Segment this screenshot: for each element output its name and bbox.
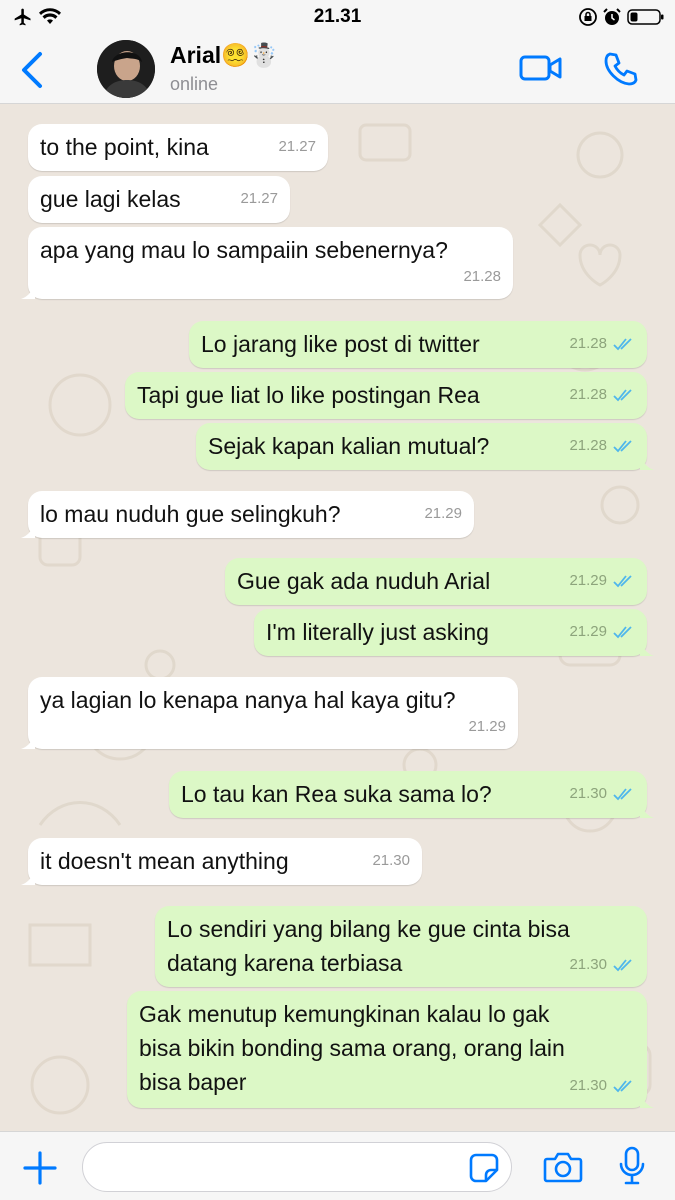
message-time: 21.28 (569, 386, 607, 403)
camera-icon[interactable] (543, 1150, 583, 1184)
video-call-icon[interactable] (519, 52, 563, 84)
message-input[interactable] (82, 1142, 512, 1192)
message-time: 21.29 (569, 623, 607, 640)
message-time: 21.27 (240, 190, 278, 207)
message-text: lo mau nuduh gue selingkuh? (40, 501, 341, 527)
message-time: 21.28 (569, 437, 607, 454)
read-receipt-icon (613, 338, 632, 351)
message-incoming[interactable]: gue lagi kelas 21.27 (28, 176, 290, 223)
back-chevron-icon[interactable] (18, 50, 48, 90)
message-text: apa yang mau lo sampaiin sebenernya? (40, 237, 448, 263)
message-incoming[interactable]: it doesn't mean anything 21.30 (21, 838, 422, 885)
plus-icon[interactable] (22, 1150, 58, 1186)
message-incoming[interactable]: to the point, kina 21.27 (28, 124, 328, 171)
phone-call-icon[interactable] (602, 51, 638, 87)
message-outgoing[interactable]: Gak menutup kemungkinan kalau lo gak bis… (127, 991, 654, 1108)
message-time: 21.28 (463, 268, 501, 285)
bubble-tail (640, 456, 654, 470)
message-text: Gak menutup kemungkinan kalau lo gak bis… (139, 1001, 565, 1095)
message-time: 21.29 (424, 505, 462, 522)
message-time: 21.27 (278, 138, 316, 155)
message-time: 21.29 (468, 718, 506, 735)
message-time: 21.30 (569, 956, 607, 973)
bubble-tail (640, 642, 654, 656)
bubble-tail (640, 1094, 654, 1108)
read-receipt-icon (613, 389, 632, 402)
message-time: 21.30 (569, 1077, 607, 1094)
status-bar: 21.31 (0, 0, 675, 34)
bubble-tail (21, 871, 35, 885)
read-receipt-icon (613, 440, 632, 453)
avatar-image (97, 40, 155, 98)
read-receipt-icon (613, 788, 632, 801)
orientation-lock-icon (579, 8, 597, 26)
message-text: to the point, kina (40, 134, 209, 160)
status-time: 21.31 (313, 6, 362, 27)
message-outgoing[interactable]: Sejak kapan kalian mutual? 21.28 (196, 423, 654, 470)
avatar[interactable] (97, 40, 155, 98)
read-receipt-icon (613, 575, 632, 588)
message-text: Tapi gue liat lo like postingan Rea (137, 382, 480, 408)
message-outgoing[interactable]: Tapi gue liat lo like postingan Rea 21.2… (125, 372, 647, 419)
read-receipt-icon (613, 959, 632, 972)
message-text: Lo sendiri yang bilang ke gue cinta bisa… (167, 916, 570, 976)
message-incoming[interactable]: lo mau nuduh gue selingkuh? 21.29 (21, 491, 474, 538)
message-time: 21.29 (569, 572, 607, 589)
read-receipt-icon (613, 1080, 632, 1093)
battery-icon (627, 9, 664, 25)
message-outgoing[interactable]: I'm literally just asking 21.29 (254, 609, 654, 656)
sticker-icon[interactable] (468, 1152, 500, 1184)
bubble-tail (21, 285, 35, 299)
contact-status: online (170, 74, 219, 94)
message-time: 21.28 (569, 335, 607, 352)
message-text: Lo tau kan Rea suka sama lo? (181, 781, 492, 807)
message-incoming[interactable]: ya lagian lo kenapa nanya hal kaya gitu?… (21, 677, 518, 749)
composer-bar (0, 1131, 675, 1200)
message-outgoing[interactable]: Gue gak ada nuduh Arial 21.29 (225, 558, 647, 605)
bubble-tail (21, 735, 35, 749)
message-outgoing[interactable]: Lo sendiri yang bilang ke gue cinta bisa… (155, 906, 647, 987)
microphone-icon[interactable] (618, 1146, 646, 1186)
bubble-tail (21, 524, 35, 538)
message-time: 21.30 (569, 785, 607, 802)
contact-name[interactable]: Arial😵‍💫☃️ (170, 42, 278, 69)
chat-header: Arial😵‍💫☃️ online (0, 34, 675, 104)
message-incoming[interactable]: apa yang mau lo sampaiin sebenernya? 21.… (21, 227, 513, 299)
bubble-tail (640, 804, 654, 818)
message-outgoing[interactable]: Lo tau kan Rea suka sama lo? 21.30 (169, 771, 654, 818)
message-text: ya lagian lo kenapa nanya hal kaya gitu? (40, 687, 456, 713)
message-time: 21.30 (372, 852, 410, 869)
read-receipt-icon (613, 626, 632, 639)
alarm-icon (603, 8, 621, 25)
message-list[interactable]: to the point, kina 21.27 gue lagi kelas … (0, 105, 675, 1131)
message-text: it doesn't mean anything (40, 848, 289, 874)
message-outgoing[interactable]: Lo jarang like post di twitter 21.28 (189, 321, 647, 368)
